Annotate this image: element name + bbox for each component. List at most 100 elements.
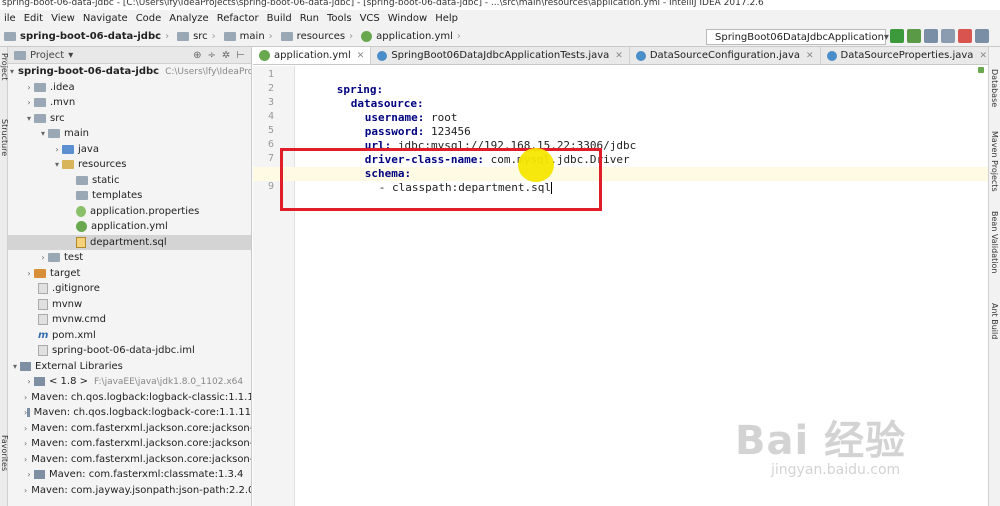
debug-icon[interactable] <box>907 29 921 43</box>
menu-file[interactable]: ile <box>0 10 20 27</box>
tool-window-maven-projects[interactable]: Maven Projects <box>990 131 999 192</box>
menu-code[interactable]: Code <box>132 10 166 27</box>
tree-item-pom-xml[interactable]: m pom.xml <box>8 328 251 344</box>
project-scrollbar[interactable] <box>251 65 252 175</box>
tree-item-label: target <box>50 267 81 279</box>
tree-item-application-properties[interactable]: application.properties <box>8 204 251 220</box>
tree-item-gitignore[interactable]: .gitignore <box>8 281 251 297</box>
tree-item-library[interactable]: › Maven: com.fasterxml:classmate:1.3.4 <box>8 467 251 483</box>
code-line: spring: <box>297 69 383 96</box>
project-panel-title[interactable]: Project <box>30 50 64 61</box>
chevron-down-icon[interactable]: ▾ <box>68 50 73 61</box>
breadcrumb-project[interactable]: spring-boot-06-data-jdbc › <box>0 27 173 47</box>
tree-item-library[interactable]: › Maven: ch.qos.logback:logback-classic:… <box>8 390 251 406</box>
tree-item-label: resources <box>78 159 127 171</box>
menu-build[interactable]: Build <box>263 10 296 27</box>
tree-item-main[interactable]: ▾ main <box>8 126 251 142</box>
chevron-down-icon: ▾ <box>883 31 889 43</box>
tree-item-resources[interactable]: ▾ resources <box>8 157 251 173</box>
tree-item-target[interactable]: › target <box>8 266 251 282</box>
tab-datasource-properties[interactable]: DataSourceProperties.java ✕ <box>821 47 994 64</box>
tree-item-src[interactable]: ▾ src <box>8 111 251 127</box>
line-number-gutter: 1 2 3 4 5 6 7 8 9 <box>253 66 295 506</box>
tree-item-library[interactable]: › Maven: com.fasterxml.jackson.core:jack… <box>8 452 251 468</box>
stop-icon[interactable] <box>958 29 972 43</box>
tree-item-department-sql[interactable]: department.sql <box>8 234 251 250</box>
annotation-red-box <box>280 148 602 211</box>
sync-icon[interactable] <box>975 29 989 43</box>
tree-item-path: F:\javaEE\java\jdk1.8.0_1102.x64 <box>94 376 244 387</box>
tree-item-label: Maven: com.fasterxml:classmate:1.3.4 <box>49 469 244 481</box>
tree-item-project-root[interactable]: ▾ spring-boot-06-data-jdbc C:\Users\lfy\… <box>8 64 251 80</box>
tree-item-jdk[interactable]: › < 1.8 > F:\javaEE\java\jdk1.8.0_1102.x… <box>8 374 251 390</box>
tree-item-mvnw[interactable]: mvnw <box>8 297 251 313</box>
tree-item-mvnw-cmd[interactable]: mvnw.cmd <box>8 312 251 328</box>
tree-item-library[interactable]: › Maven: com.jayway.jsonpath:json-path:2… <box>8 483 251 499</box>
menu-window[interactable]: Window <box>384 10 431 27</box>
breadcrumb-file[interactable]: application.yml › <box>357 27 465 47</box>
profile-icon[interactable] <box>941 29 955 43</box>
line-number: 5 <box>267 125 274 136</box>
tree-item-application-yml[interactable]: application.yml <box>8 219 251 235</box>
menu-bar: ile Edit View Navigate Code Analyze Refa… <box>0 10 1000 27</box>
line-number: 7 <box>267 153 274 164</box>
tree-item-mvn[interactable]: › .mvn <box>8 95 251 111</box>
sql-file-icon <box>76 236 86 248</box>
close-icon[interactable]: ✕ <box>357 51 365 61</box>
menu-navigate[interactable]: Navigate <box>79 10 132 27</box>
close-icon[interactable]: ✕ <box>979 51 987 61</box>
collapse-icon[interactable]: ÷ <box>208 50 216 61</box>
gear-icon[interactable]: ✲ <box>222 50 230 61</box>
tree-item-iml[interactable]: spring-boot-06-data-jdbc.iml <box>8 343 251 359</box>
menu-view[interactable]: View <box>47 10 79 27</box>
tool-window-ant-build[interactable]: Ant Build <box>990 303 999 339</box>
tree-item-label: static <box>92 174 120 186</box>
tree-item-label: mvnw.cmd <box>52 314 107 326</box>
tree-item-path: C:\Users\lfy\IdeaProje <box>165 66 252 77</box>
yml-file-icon <box>361 31 373 42</box>
tree-item-label: Maven: ch.qos.logback:logback-core:1.1.1… <box>33 407 251 419</box>
tree-item-test[interactable]: › test <box>8 250 251 266</box>
breadcrumb-src[interactable]: src › <box>173 27 220 47</box>
tab-application-yml[interactable]: application.yml ✕ <box>253 47 372 64</box>
menu-edit[interactable]: Edit <box>20 10 47 27</box>
tree-item-label: < 1.8 > <box>49 376 89 388</box>
text-file-icon <box>38 314 48 326</box>
menu-refactor[interactable]: Refactor <box>213 10 263 27</box>
folder-icon <box>223 32 236 41</box>
menu-tools[interactable]: Tools <box>323 10 356 27</box>
library-icon <box>27 408 30 418</box>
tool-window-database[interactable]: Database <box>990 69 999 107</box>
yml-file-icon <box>76 221 87 233</box>
tree-item-library[interactable]: › Maven: ch.qos.logback:logback-core:1.1… <box>8 405 251 421</box>
menu-run[interactable]: Run <box>296 10 323 27</box>
close-icon[interactable]: ✕ <box>615 51 623 61</box>
line-number: 2 <box>267 83 274 94</box>
code-line: username: root <box>297 97 458 124</box>
tab-datasource-configuration[interactable]: DataSourceConfiguration.java ✕ <box>630 47 821 64</box>
tab-application-tests[interactable]: SpringBoot06DataJdbcApplicationTests.jav… <box>371 47 630 64</box>
locate-icon[interactable]: ⊕ <box>193 50 201 61</box>
tool-window-bean-validation[interactable]: Bean Validation <box>990 211 999 273</box>
code-line: datasource: <box>297 83 424 110</box>
maven-icon: m <box>38 329 49 341</box>
run-configuration-select[interactable]: SpringBoot06DataJdbcApplication ▾ <box>706 29 889 45</box>
tree-item-library[interactable]: › Maven: com.fasterxml.jackson.core:jack… <box>8 436 251 452</box>
run-icon[interactable] <box>890 29 904 43</box>
tree-item-label: Maven: ch.qos.logback:logback-classic:1.… <box>31 391 252 403</box>
coverage-icon[interactable] <box>924 29 938 43</box>
breadcrumb-resources[interactable]: resources › <box>277 27 357 47</box>
tree-item-external-libraries[interactable]: ▾ External Libraries <box>8 359 251 375</box>
folder-icon <box>76 191 88 201</box>
menu-analyze[interactable]: Analyze <box>165 10 212 27</box>
menu-help[interactable]: Help <box>431 10 462 27</box>
tree-item-library[interactable]: › Maven: com.fasterxml.jackson.core:jack… <box>8 421 251 437</box>
tree-item-templates[interactable]: templates <box>8 188 251 204</box>
tree-item-static[interactable]: static <box>8 173 251 189</box>
breadcrumb-main[interactable]: main › <box>220 27 277 47</box>
menu-vcs[interactable]: VCS <box>356 10 384 27</box>
hide-icon[interactable]: ⊢ <box>236 50 245 61</box>
close-icon[interactable]: ✕ <box>806 51 814 61</box>
tree-item-idea[interactable]: › .idea <box>8 80 251 96</box>
tree-item-java[interactable]: › java <box>8 142 251 158</box>
